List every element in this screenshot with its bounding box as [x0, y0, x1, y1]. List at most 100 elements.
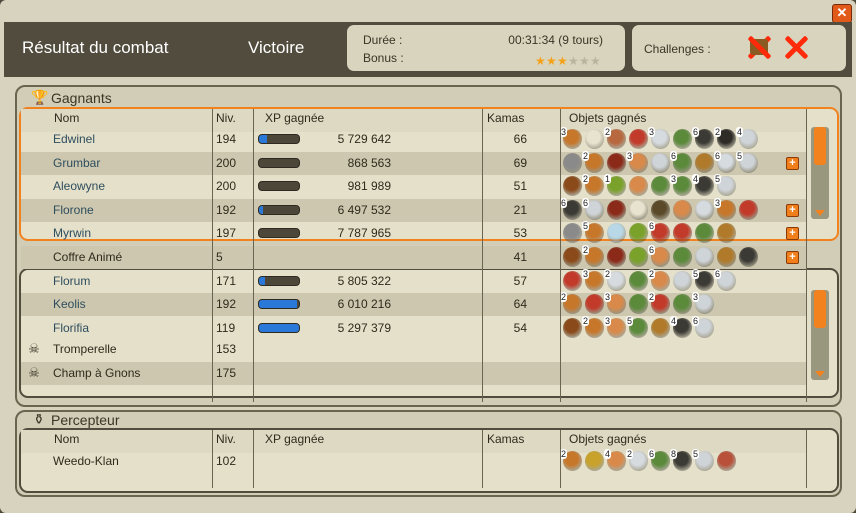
column-header[interactable]: Kamas [487, 111, 524, 125]
item-icon[interactable]: 4 [604, 449, 626, 471]
item-icon[interactable] [629, 176, 648, 197]
item-icon[interactable] [717, 247, 736, 267]
player-row[interactable]: Coffre Animé 5 41 2 6 + [21, 245, 806, 269]
item-icon[interactable]: 3 [626, 150, 648, 173]
item-icon[interactable]: 4 [692, 174, 714, 197]
column-header[interactable]: XP gagnée [265, 111, 324, 125]
item-icon[interactable] [673, 270, 692, 291]
column-header[interactable]: Kamas [487, 432, 524, 446]
item-icon[interactable]: 6 [692, 127, 714, 149]
item-icon[interactable]: 4 [670, 315, 692, 338]
item-icon[interactable] [739, 199, 758, 220]
item-icon[interactable]: 3 [582, 268, 604, 291]
item-icon[interactable] [563, 223, 582, 244]
losers-scrollbar[interactable] [811, 290, 829, 380]
item-icon[interactable]: 6 [582, 197, 604, 220]
more-items-button[interactable]: + [786, 203, 799, 217]
scroll-down-icon[interactable] [815, 371, 825, 377]
challenge-failed-icon[interactable] [783, 34, 809, 60]
item-icon[interactable] [651, 152, 670, 173]
item-icon[interactable]: 2 [560, 292, 582, 315]
item-icon[interactable]: 5 [736, 150, 758, 173]
item-icon[interactable]: 6 [714, 268, 736, 291]
player-name[interactable]: Florum [53, 274, 90, 288]
item-icon[interactable] [585, 294, 604, 315]
item-icon[interactable] [673, 129, 692, 149]
item-icon[interactable]: 3 [604, 315, 626, 338]
more-items-button[interactable]: + [786, 156, 799, 170]
more-items-button[interactable]: + [786, 227, 799, 241]
item-icon[interactable] [585, 129, 604, 149]
item-icon[interactable]: 5 [714, 174, 736, 197]
close-button[interactable]: ✕ [832, 4, 852, 23]
item-icon[interactable] [629, 223, 648, 244]
item-icon[interactable]: 2 [560, 449, 582, 471]
item-icon[interactable]: 6 [714, 150, 736, 173]
item-icon[interactable]: 2 [582, 315, 604, 338]
item-icon[interactable] [651, 176, 670, 197]
item-icon[interactable] [651, 317, 670, 338]
item-icon[interactable] [629, 270, 648, 291]
player-row[interactable]: Florifia 119 5 297 379 54 2 3 5 4 6 [21, 315, 806, 340]
item-icon[interactable]: 8 [670, 449, 692, 471]
player-row[interactable]: Florum 171 5 805 322 57 3 2 2 5 6 [21, 268, 806, 293]
scroll-thumb[interactable] [814, 290, 826, 328]
item-icon[interactable]: 6 [648, 449, 670, 471]
item-icon[interactable]: 3 [604, 292, 626, 315]
player-name[interactable]: Florifia [53, 321, 89, 335]
item-icon[interactable]: 2 [714, 127, 736, 149]
item-icon[interactable]: 3 [670, 174, 692, 197]
collector-name[interactable]: Weedo-Klan [53, 454, 119, 468]
item-icon[interactable] [717, 451, 736, 471]
item-icon[interactable] [695, 199, 714, 220]
player-row[interactable]: Florone 192 6 497 532 21 6 6 3 + [21, 197, 806, 222]
player-row[interactable]: Grumbar 200 868 563 69 2 3 6 6 5 + [21, 150, 806, 175]
item-icon[interactable]: 4 [736, 127, 758, 149]
item-icon[interactable]: 6 [648, 245, 670, 267]
player-name[interactable]: Grumbar [53, 156, 100, 170]
item-icon[interactable] [563, 270, 582, 291]
item-icon[interactable] [607, 247, 626, 267]
item-icon[interactable]: 6 [648, 221, 670, 244]
item-icon[interactable]: 6 [692, 315, 714, 338]
item-icon[interactable] [717, 223, 736, 244]
player-name[interactable]: Champ à Gnons [53, 366, 140, 380]
item-icon[interactable] [651, 199, 670, 220]
item-icon[interactable] [673, 223, 692, 244]
player-name[interactable]: Aleowyne [53, 179, 105, 193]
player-row[interactable]: Myrwin 197 7 787 965 53 5 6 + [21, 221, 806, 245]
player-name[interactable]: Tromperelle [53, 342, 117, 356]
item-icon[interactable] [607, 199, 626, 220]
column-header[interactable]: Objets gagnés [569, 432, 646, 446]
item-icon[interactable] [695, 223, 714, 244]
column-header[interactable]: Nom [54, 432, 79, 446]
item-icon[interactable]: 2 [648, 268, 670, 291]
item-icon[interactable] [629, 247, 648, 267]
item-icon[interactable]: 2 [648, 292, 670, 315]
winners-scrollbar[interactable] [811, 127, 829, 219]
player-row[interactable]: Edwinel 194 5 729 642 66 3 2 3 6 2 4 [21, 127, 806, 151]
item-icon[interactable] [563, 176, 582, 197]
item-icon[interactable] [695, 152, 714, 173]
item-icon[interactable]: 3 [692, 292, 714, 315]
item-icon[interactable]: 2 [604, 268, 626, 291]
item-icon[interactable] [695, 247, 714, 267]
item-icon[interactable] [563, 317, 582, 338]
tax-collector-row[interactable]: Weedo-Klan 102 2 4 2 6 8 5 [21, 449, 806, 473]
item-icon[interactable] [563, 152, 582, 173]
loser-row[interactable]: ☠ Champ à Gnons 175 [21, 361, 806, 385]
column-header[interactable]: XP gagnée [265, 432, 324, 446]
item-icon[interactable]: 2 [604, 127, 626, 149]
item-icon[interactable] [629, 294, 648, 315]
item-icon[interactable] [607, 152, 626, 173]
item-icon[interactable]: 6 [560, 197, 582, 220]
item-icon[interactable]: 2 [582, 245, 604, 267]
item-icon[interactable] [629, 199, 648, 220]
player-row[interactable]: Keolis 192 6 010 216 64 2 3 2 3 [21, 292, 806, 317]
item-icon[interactable]: 2 [582, 174, 604, 197]
item-icon[interactable] [673, 294, 692, 315]
item-icon[interactable]: 5 [582, 221, 604, 244]
item-icon[interactable]: 5 [692, 449, 714, 471]
loser-row[interactable]: ☠ Tromperelle 153 [21, 338, 806, 361]
item-icon[interactable]: 5 [692, 268, 714, 291]
